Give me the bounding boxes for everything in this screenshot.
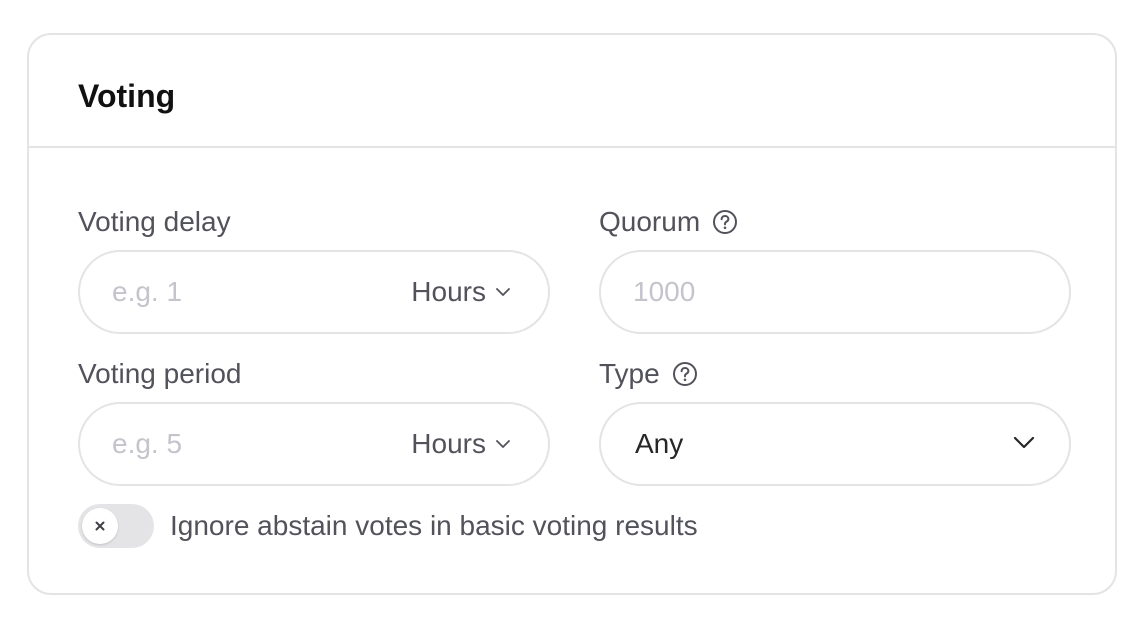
voting-period-label-text: Voting period [78,358,242,389]
voting-delay-field: Hours [78,250,550,334]
voting-period-label: Voting period [78,357,241,391]
voting-settings-card: Voting Voting delay Hours Quorum Voting … [27,33,1117,595]
toggle-knob [82,508,118,544]
quorum-input[interactable] [633,252,1033,332]
question-circle-icon[interactable] [672,361,698,387]
voting-period-field: Hours [78,402,550,486]
card-header: Voting [29,35,1115,148]
chevron-down-icon [496,440,510,448]
voting-delay-label-text: Voting delay [78,206,231,237]
quorum-label: Quorum [599,205,738,239]
chevron-down-icon [1013,436,1035,449]
type-select[interactable]: Any [599,402,1071,486]
question-circle-icon[interactable] [712,209,738,235]
quorum-field [599,250,1071,334]
voting-delay-label: Voting delay [78,205,231,239]
type-select-value: Any [635,428,684,459]
voting-period-unit-value: Hours [411,428,486,459]
type-label-text: Type [599,358,660,389]
type-label: Type [599,357,698,391]
voting-delay-unit-select[interactable]: Hours [411,252,512,332]
quorum-label-text: Quorum [599,206,701,237]
close-icon [95,521,105,531]
voting-delay-input[interactable] [112,252,372,332]
ignore-abstain-label: Ignore abstain votes in basic voting res… [170,510,698,541]
card-title: Voting [78,78,176,114]
ignore-abstain-row: Ignore abstain votes in basic voting res… [78,504,698,548]
ignore-abstain-toggle[interactable] [78,504,154,548]
voting-period-unit-select[interactable]: Hours [411,404,512,484]
voting-period-input[interactable] [112,404,372,484]
voting-delay-unit-value: Hours [411,276,486,307]
chevron-down-icon [496,288,510,296]
